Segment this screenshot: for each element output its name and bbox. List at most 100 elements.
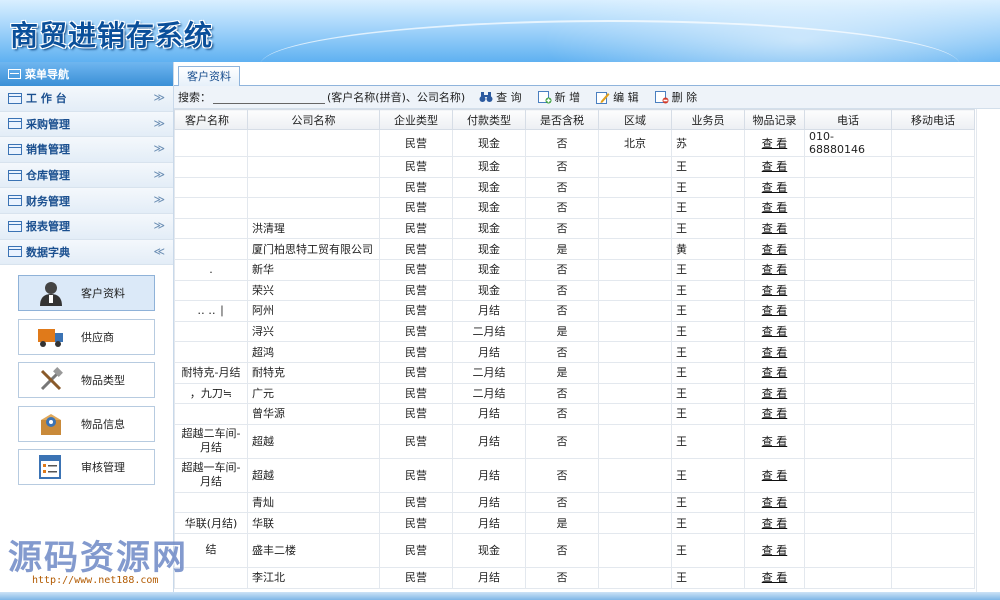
- table-row[interactable]: 浔兴 民营 二月结是 王 查 看: [174, 320, 975, 343]
- view-record-link[interactable]: 查 看: [762, 284, 788, 297]
- edit-button[interactable]: 编 辑: [596, 89, 639, 105]
- sidebar-subitem[interactable]: 物品信息: [18, 405, 155, 442]
- table-cell: 李江北: [247, 566, 380, 589]
- query-button[interactable]: 查 询: [479, 89, 522, 105]
- table-cell: 查 看: [744, 176, 805, 199]
- table-right-filler: [976, 109, 1000, 600]
- table-cell: 查 看: [744, 457, 805, 493]
- view-record-link[interactable]: 查 看: [762, 469, 788, 482]
- table-cell: 否: [525, 300, 599, 322]
- table-cell: 是: [525, 361, 599, 384]
- view-record-link[interactable]: 查 看: [762, 387, 788, 400]
- view-record-link[interactable]: 查 看: [762, 407, 788, 420]
- sidebar-menu-item[interactable]: 销售管理 ≫: [0, 137, 173, 163]
- sidebar-menu-item[interactable]: 采购管理 ≫: [0, 111, 173, 138]
- table-cell: 现金: [452, 258, 526, 281]
- view-record-link[interactable]: 查 看: [762, 325, 788, 338]
- view-record-link[interactable]: 查 看: [762, 222, 788, 235]
- table-cell: 民营: [379, 176, 453, 199]
- sidebar-subitem[interactable]: 客户资料: [18, 275, 155, 312]
- view-record-link[interactable]: 查 看: [762, 263, 788, 276]
- table-cell: [891, 279, 975, 302]
- table-row[interactable]: 耐特克-月结 耐特克 民营 二月结是 王 查 看: [174, 361, 975, 384]
- table-cell: 民营: [379, 566, 453, 589]
- table-row[interactable]: 李江北 民营 月结否 王 查 看: [174, 566, 975, 589]
- sidebar-subitem[interactable]: 供应商: [18, 318, 155, 355]
- column-header[interactable]: 付款类型: [452, 109, 526, 130]
- chevron-icon: ≪: [153, 244, 165, 258]
- table-row[interactable]: 荣兴 民营 现金否 王 查 看: [174, 279, 975, 302]
- table-row[interactable]: 超越二车间-月结 超越 民营 月结否 王 查 看: [174, 423, 975, 459]
- sidebar-menu-item[interactable]: 财务管理 ≫: [0, 188, 173, 214]
- table-row[interactable]: 民营 现金否北京苏 查 看 010-68880146: [174, 129, 975, 157]
- column-header[interactable]: 公司名称: [247, 109, 380, 130]
- table-cell: 结: [174, 532, 248, 568]
- sidebar-menu-item[interactable]: 数据字典 ≪: [0, 239, 173, 266]
- table-row[interactable]: ，九刀≒ 广元 民营 二月结否 王 查 看: [174, 382, 975, 405]
- add-button[interactable]: 新 增: [537, 89, 580, 105]
- package-icon: [37, 411, 65, 437]
- table-row[interactable]: . 新华 民营 现金否 王 查 看: [174, 258, 975, 281]
- table-cell: 否: [525, 258, 599, 281]
- sidebar-menu-item[interactable]: 报表管理 ≫: [0, 213, 173, 240]
- table-row[interactable]: 民营 现金否 王 查 看: [174, 197, 975, 219]
- sidebar-subitem-label: 供应商: [81, 330, 114, 344]
- view-record-link[interactable]: 查 看: [762, 243, 788, 256]
- view-record-link[interactable]: 查 看: [762, 366, 788, 379]
- tab-customer-info[interactable]: 客户资料: [178, 66, 240, 86]
- table-row[interactable]: 超鸿 民营 月结否 王 查 看: [174, 341, 975, 363]
- column-header[interactable]: 客户名称: [174, 109, 248, 130]
- table-row[interactable]: 华联(月结) 华联 民营 月结是 王 查 看: [174, 512, 975, 534]
- column-header[interactable]: 物品记录: [744, 109, 805, 130]
- table-cell: 民营: [379, 238, 453, 260]
- column-header[interactable]: 业务员: [671, 109, 745, 130]
- table-cell: 黄: [671, 238, 745, 260]
- view-record-link[interactable]: 查 看: [762, 346, 788, 359]
- sidebar-subitem-label: 物品类型: [81, 374, 125, 388]
- view-record-link[interactable]: 查 看: [762, 496, 788, 509]
- table-cell: 民营: [379, 491, 453, 514]
- table-cell: 查 看: [744, 300, 805, 322]
- table-row[interactable]: 青灿 民营 月结否 王 查 看: [174, 491, 975, 514]
- view-record-link[interactable]: 查 看: [762, 181, 788, 194]
- table-cell: [174, 129, 248, 157]
- sidebar-menu-item[interactable]: 工 作 台 ≫: [0, 86, 173, 112]
- table-row[interactable]: 超越一车间-月结 超越 民营 月结否 王 查 看: [174, 457, 975, 493]
- table-row[interactable]: 民营 现金否 王 查 看: [174, 156, 975, 178]
- table-cell: [598, 217, 672, 240]
- table-row[interactable]: 民营 现金否 王 查 看: [174, 176, 975, 199]
- table-cell: [891, 382, 975, 405]
- delete-button[interactable]: 删 除: [654, 89, 697, 105]
- column-header[interactable]: 是否含税: [525, 109, 599, 130]
- table-cell: [891, 491, 975, 514]
- table-row[interactable]: ‥ ‥ ∣ 阿州 民营 月结否 王 查 看: [174, 300, 975, 322]
- table-row[interactable]: 厦门柏思特工贸有限公司 民营 现金是 黄 查 看: [174, 238, 975, 260]
- view-record-link[interactable]: 查 看: [762, 435, 788, 448]
- menu-item-icon: [8, 195, 22, 207]
- view-record-link[interactable]: 查 看: [762, 571, 788, 584]
- column-header[interactable]: 电话: [804, 109, 892, 130]
- table-cell: [891, 320, 975, 343]
- table-cell: 现金: [452, 176, 526, 199]
- table-cell: 民营: [379, 156, 453, 178]
- table-cell: [598, 382, 672, 405]
- column-header[interactable]: 区域: [598, 109, 672, 130]
- view-record-link[interactable]: 查 看: [762, 517, 788, 530]
- view-record-link[interactable]: 查 看: [762, 137, 788, 150]
- sidebar-menu-item[interactable]: 仓库管理 ≫: [0, 162, 173, 189]
- table-row[interactable]: 洪清瑆 民营 现金否 王 查 看: [174, 217, 975, 240]
- table-row[interactable]: 曾华源 民营 月结否 王 查 看: [174, 403, 975, 425]
- table-cell: 查 看: [744, 403, 805, 425]
- view-record-link[interactable]: 查 看: [762, 544, 788, 557]
- view-record-link[interactable]: 查 看: [762, 304, 788, 317]
- column-header[interactable]: 移动电话: [891, 109, 975, 130]
- view-record-link[interactable]: 查 看: [762, 160, 788, 173]
- sidebar-subitem[interactable]: 审核管理: [18, 449, 155, 486]
- table-row[interactable]: 结盛丰二楼 民营 现金否 王 查 看: [174, 532, 975, 568]
- view-record-link[interactable]: 查 看: [762, 201, 788, 214]
- search-input[interactable]: [213, 90, 325, 104]
- column-header[interactable]: 企业类型: [379, 109, 453, 130]
- sidebar-subitem[interactable]: 物品类型: [18, 362, 155, 399]
- table-cell: 超越二车间-月结: [174, 423, 248, 459]
- table-cell: [174, 566, 248, 589]
